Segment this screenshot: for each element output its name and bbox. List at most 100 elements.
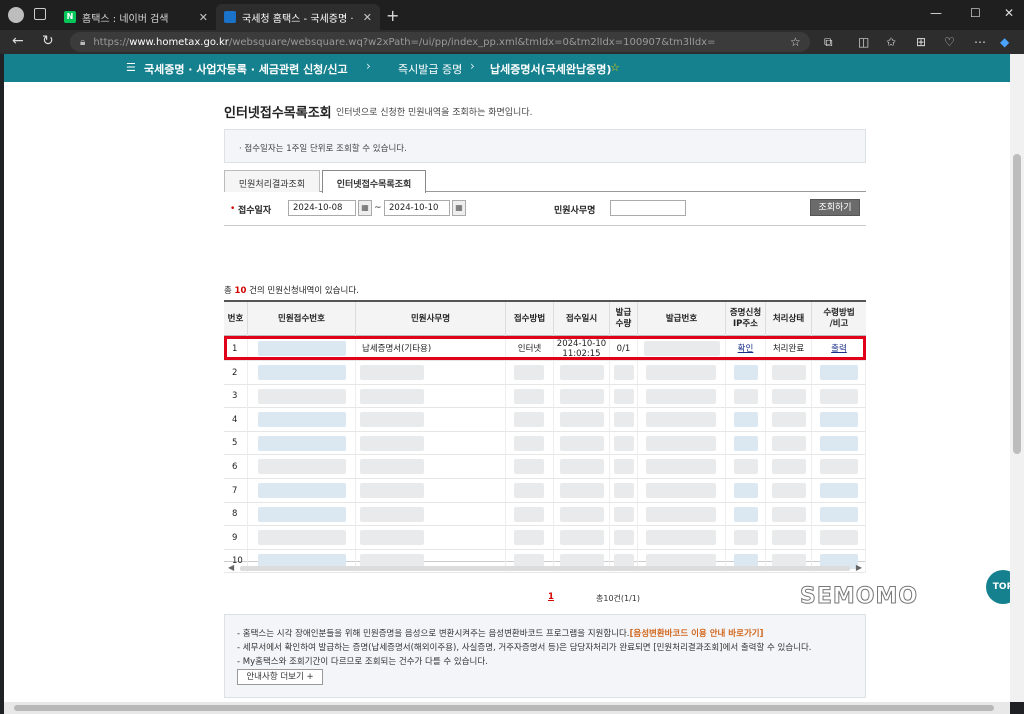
redacted-cell [638,502,726,526]
redacted-cell [726,502,766,526]
page-viewport: ☰ 국세증명 · 사업자등록 · 세금관련 신청/신고 › 즉시발급 증명 › … [4,54,1010,702]
redacted-cell [356,455,506,479]
scroll-left-icon[interactable]: ◀ [228,563,234,572]
table-row[interactable]: 2 [224,361,866,385]
more-info-button[interactable]: 안내사항 더보기 + [237,669,323,685]
service-name-input[interactable] [610,200,686,216]
browser-essentials-icon[interactable]: ♡ [944,35,955,49]
close-tab-icon[interactable]: ✕ [199,11,208,24]
breadcrumb-sub[interactable]: 즉시발급 증명 [398,61,462,77]
col-header: 증명신청 IP주소 [726,302,766,336]
browser-tab-naver[interactable]: N 홈택스 : 네이버 검색 ✕ [56,4,216,30]
redacted-cell [766,384,812,408]
collections-icon[interactable]: ⊞ [916,35,926,49]
redacted-cell [812,361,866,384]
page-horizontal-scrollbar[interactable] [4,702,1010,714]
browser-tab-hometax[interactable]: 국세청 홈택스 - 국세증명 · 사업자 ✕ [216,4,380,30]
page-vertical-scrollbar[interactable] [1010,54,1024,702]
scroll-thumb[interactable] [1013,154,1021,454]
required-mark: • [230,204,236,214]
service-name-label: 민원사무명 [554,206,596,216]
grid-scroll-thumb[interactable] [240,566,850,571]
voice-barcode-link[interactable]: [음성변환바코드 이용 안내 바로가기] [630,629,764,639]
total-count: 총10건(1/1) [596,594,641,603]
scroll-thumb[interactable] [14,705,994,711]
redacted-cell [610,384,638,408]
table-row[interactable]: 6 [224,455,866,479]
favorite-star-icon[interactable]: ☆ [610,61,620,74]
redacted-cell [766,455,812,479]
guide-line: - 세무서에서 확인하여 발급하는 증명(납세증명서(해외이주용), 사실증명,… [237,643,812,653]
split-screen-icon[interactable]: ◫ [858,35,869,49]
redacted-cell [554,455,610,479]
redacted-cell [506,408,554,432]
guide-line: - My홈택스와 조회기간이 다르므로 조회되는 건수가 다를 수 있습니다. [237,657,488,667]
maximize-icon[interactable]: ☐ [970,6,981,20]
redacted-cell [356,361,506,384]
new-tab-icon[interactable]: + [386,6,399,25]
date-from-input[interactable]: 2024-10-08 [288,200,356,216]
table-row[interactable]: 8 [224,502,866,527]
grid-horizontal-scroll[interactable]: ◀ ▶ [224,562,866,574]
redacted-cell [248,479,356,502]
scroll-right-icon[interactable]: ▶ [856,563,862,572]
minimize-icon[interactable]: — [930,6,942,20]
redacted-cell [610,455,638,479]
close-tab-icon[interactable]: ✕ [363,11,372,24]
search-button[interactable]: 조회하기 [810,199,860,216]
redacted-cell [610,408,638,432]
date-to-input[interactable]: 2024-10-10 [384,200,450,216]
table-row[interactable]: 7 [224,479,866,503]
redacted-cell [610,502,638,526]
favorite-star-icon[interactable]: ☆ [790,35,801,49]
table-row[interactable]: 3 [224,384,866,409]
breadcrumb-menu[interactable]: 국세증명 · 사업자등록 · 세금관련 신청/신고 [144,61,348,77]
redacted-cell [248,384,356,408]
redacted-cell [554,502,610,526]
redacted-cell [638,361,726,384]
tab-actions-icon[interactable] [34,8,46,20]
browser-window: N 홈택스 : 네이버 검색 ✕ 국세청 홈택스 - 국세증명 · 사업자 ✕ … [0,0,1024,714]
redacted-cell [638,384,726,408]
redacted-cell [726,384,766,408]
row-number: 7 [224,479,248,502]
redacted-cell [506,384,554,408]
page-link[interactable]: 1 [548,592,554,602]
tab-internet-receipt-list[interactable]: 인터넷접수목록조회 [322,170,426,193]
col-header: 발급 수량 [610,302,638,336]
table-row[interactable]: 4 [224,408,866,432]
favorites-icon[interactable]: ✩ [886,35,896,49]
redacted-cell [726,526,766,550]
redacted-cell [812,431,866,455]
table-row[interactable]: 5 [224,431,866,456]
tab-result-inquiry[interactable]: 민원처리결과조회 [224,170,320,192]
date-label: 접수일자 [238,206,272,216]
address-bar[interactable]: 🔒︎ https://www.hometax.go.kr/websquare/w… [70,32,810,52]
redacted-cell [506,479,554,502]
redacted-cell [248,431,356,455]
redacted-cell [248,408,356,432]
row-number: 9 [224,526,248,550]
refresh-icon[interactable]: ↻ [42,33,54,49]
guide-box: - 홈택스는 시각 장애인분들을 위해 민원증명을 음성으로 변환시켜주는 음성… [224,614,866,698]
calendar-icon[interactable]: ▦ [452,200,466,216]
profile-avatar[interactable] [8,7,24,23]
row-number: 8 [224,502,248,526]
table-row[interactable]: 9 [224,526,866,550]
redacted-cell [812,455,866,479]
redacted-cell [248,502,356,526]
back-icon[interactable]: ← [12,33,24,49]
redacted-cell [638,455,726,479]
redacted-cell [506,361,554,384]
redacted-cell [638,526,726,550]
calendar-icon[interactable]: ▦ [358,200,372,216]
extensions-icon[interactable]: ⧉ [824,35,833,50]
redacted-cell [812,479,866,502]
menu-icon[interactable]: ☰ [126,61,136,74]
more-menu-icon[interactable]: ⋯ [974,35,986,49]
copilot-icon[interactable]: ◆ [1000,35,1009,49]
breadcrumb-current[interactable]: 납세증명서(국세완납증명) [490,61,611,77]
close-window-icon[interactable]: ✕ [1004,6,1014,20]
redacted-cell [610,361,638,384]
row-number: 5 [224,431,248,455]
